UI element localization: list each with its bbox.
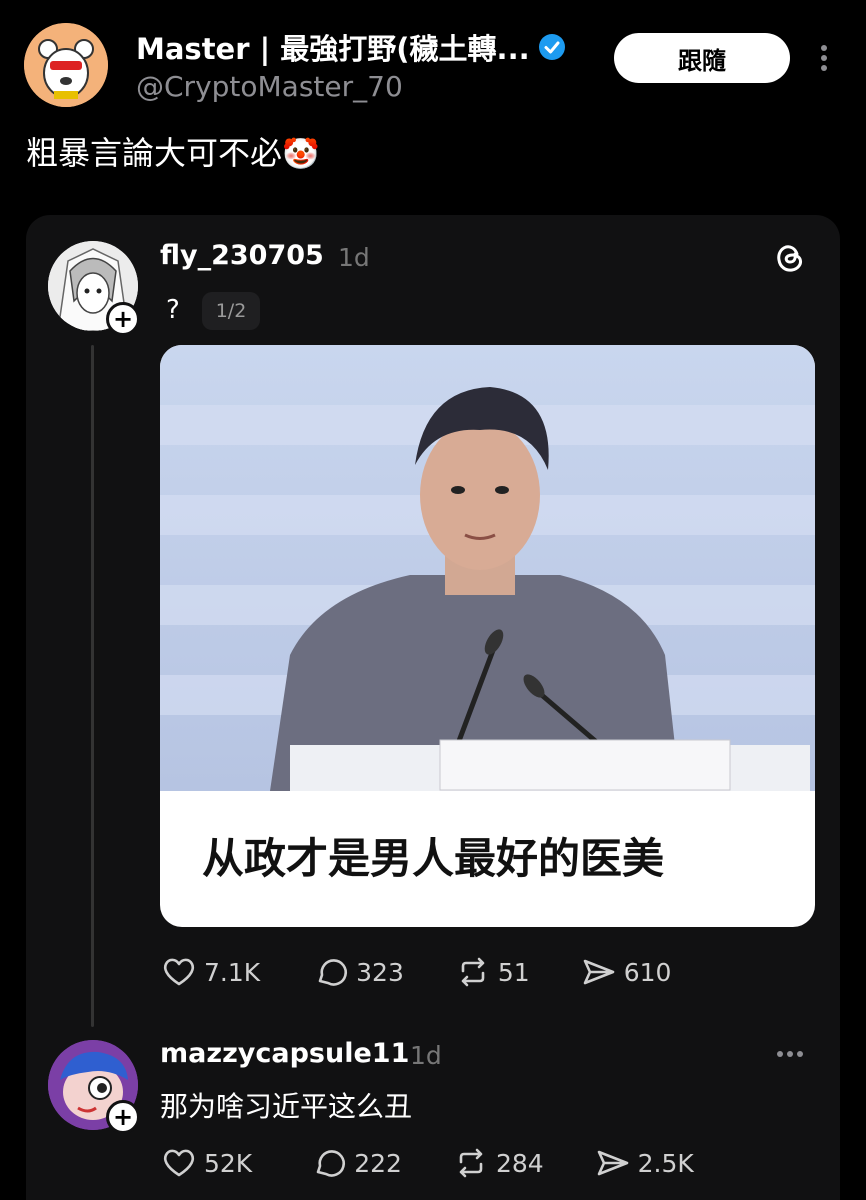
post-image[interactable]: 从政才是男人最好的医美 [160,345,815,927]
share-count: 2.5K [637,1148,694,1178]
post-action-bar: 7.1K 323 51 610 [160,953,671,991]
reply-text: 那为啥习近平这么丑 [160,1090,413,1123]
repost-icon [461,957,485,987]
follow-button[interactable]: 跟隨 [614,33,790,83]
author-handle[interactable]: @CryptoMaster_70 [136,70,403,103]
send-icon [597,1150,628,1176]
follow-plus-icon[interactable]: + [106,302,140,336]
reply-count: 323 [356,957,404,987]
verified-badge-icon [538,34,565,60]
like-button[interactable]: 52K [160,1144,252,1182]
heart-icon [163,958,195,986]
comment-icon [318,959,348,986]
like-count: 52K [204,1148,253,1178]
reply-action-bar: 52K 222 284 2.5K [160,1144,694,1182]
clown-emoji-icon: 🤡 [282,137,320,172]
repost-button[interactable]: 51 [454,953,530,991]
send-icon [583,959,614,985]
share-count: 610 [623,957,672,987]
like-count: 7.1K [204,957,261,987]
share-button[interactable]: 2.5K [594,1144,694,1182]
reply-count: 222 [354,1148,402,1178]
author-name-row[interactable]: Master | 最強打野(穢土轉... [136,26,566,68]
reply-button[interactable]: 323 [312,953,404,991]
image-caption: 从政才是男人最好的医美 [202,834,665,883]
threads-logo-icon[interactable] [772,240,808,276]
more-options-icon[interactable] [806,40,842,76]
more-options-icon[interactable] [772,1040,808,1068]
repost-button[interactable]: 284 [452,1144,544,1182]
post-text: ? [166,295,180,325]
repost-icon [459,1148,483,1178]
reply-username[interactable]: mazzycapsule11 [160,1038,409,1069]
author-name[interactable]: Master | 最強打野(穢土轉... [136,26,530,68]
comment-icon [316,1150,346,1177]
tweet-body: 粗暴言論大可不必 [26,134,283,172]
speaker-photo [160,345,815,791]
tweet-text: 粗暴言論大可不必🤡 [26,128,319,174]
heart-icon [163,1149,195,1177]
reply-time: 1d [410,1041,442,1070]
post-time: 1d [338,243,370,272]
repost-count: 284 [495,1148,544,1178]
author-avatar[interactable] [24,23,108,107]
carousel-page-indicator: 1/2 [202,292,260,330]
share-button[interactable]: 610 [580,953,672,991]
like-button[interactable]: 7.1K [160,953,260,991]
repost-count: 51 [497,957,530,987]
follow-plus-icon[interactable]: + [106,1100,140,1134]
post-username[interactable]: fly_230705 [160,240,324,271]
thread-connector-line [91,345,94,1027]
reply-button[interactable]: 222 [310,1144,402,1182]
